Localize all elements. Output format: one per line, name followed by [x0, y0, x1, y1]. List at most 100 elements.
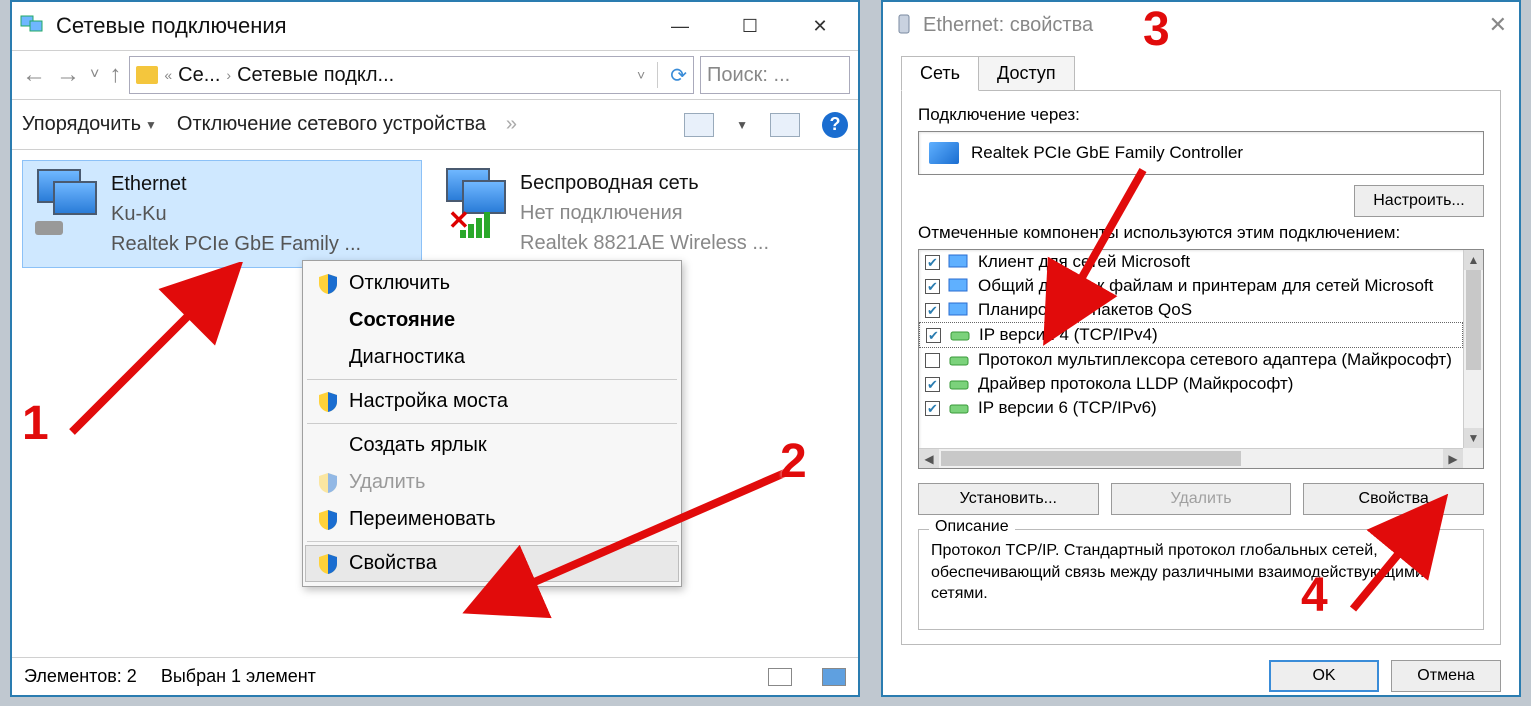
window-title: Сетевые подключения [56, 13, 660, 39]
ctx-shortcut[interactable]: Создать ярлык [305, 427, 679, 464]
connection-item-ethernet[interactable]: Ethernet Ku-Ku Realtek PCIe GbE Family .… [22, 160, 422, 268]
tabstrip: Сеть Доступ [883, 48, 1519, 91]
view-mode-button[interactable] [684, 113, 714, 137]
monitor-icon [948, 254, 970, 270]
ctx-delete: Удалить [305, 464, 679, 501]
network-plug-icon [895, 13, 913, 37]
breadcrumb-current: Сетевые подкл... [237, 64, 394, 87]
disable-device-button[interactable]: Отключение сетевого устройства [177, 113, 486, 136]
component-row[interactable]: ✔ IP версии 4 (TCP/IPv4) [919, 322, 1463, 348]
context-menu: Отключить Состояние Диагностика Настройк… [302, 260, 682, 587]
ctx-bridge[interactable]: Настройка моста [305, 383, 679, 420]
tab-panel-network: Подключение через: Realtek PCIe GbE Fami… [901, 90, 1501, 645]
horizontal-scrollbar[interactable]: ◀▶ [919, 448, 1463, 468]
component-label: IP версии 4 (TCP/IPv4) [979, 325, 1158, 345]
cancel-button[interactable]: Отмена [1391, 660, 1501, 692]
component-row[interactable]: ✔ Общий доступ к файлам и принтерам для с… [919, 274, 1463, 298]
view-details-icon[interactable] [768, 668, 792, 686]
component-checkbox[interactable]: ✔ [926, 328, 941, 343]
help-button[interactable]: ? [822, 112, 848, 138]
connection-name: Ethernet [111, 169, 361, 199]
description-legend: Описание [929, 518, 1015, 536]
connection-device: Realtek 8821AE Wireless ... [520, 228, 769, 258]
connection-status: Нет подключения [520, 198, 769, 228]
component-checkbox[interactable]: ✔ [925, 401, 940, 416]
components-label: Отмеченные компоненты используются этим … [918, 223, 1484, 243]
status-elements: Элементов: 2 [24, 666, 137, 687]
component-row[interactable]: ✔ Драйвер протокола LLDP (Майкрософт) [919, 372, 1463, 396]
protocol-icon [949, 327, 971, 343]
connection-status: Ku-Ku [111, 199, 361, 229]
close-button[interactable]: ✕ [800, 11, 840, 41]
recent-dropdown[interactable]: ˅ [88, 66, 101, 84]
shield-icon [319, 473, 337, 493]
configure-button[interactable]: Настроить... [1354, 185, 1484, 217]
component-row[interactable]: Протокол мультиплексора сетевого адаптер… [919, 348, 1463, 372]
protocol-icon [948, 400, 970, 416]
forward-button[interactable]: → [54, 61, 82, 89]
protocol-icon [948, 376, 970, 392]
component-checkbox[interactable] [925, 353, 940, 368]
view-tiles-icon[interactable] [822, 668, 846, 686]
install-button[interactable]: Установить... [918, 483, 1099, 515]
up-button[interactable]: ↑ [107, 61, 123, 89]
component-checkbox[interactable]: ✔ [925, 377, 940, 392]
ctx-rename[interactable]: Переименовать [305, 501, 679, 538]
connection-name: Беспроводная сеть [520, 168, 769, 198]
titlebar: Сетевые подключения — ☐ ✕ [12, 2, 858, 50]
ctx-properties[interactable]: Свойства [305, 545, 679, 582]
nic-icon [929, 142, 959, 164]
component-label: IP версии 6 (TCP/IPv6) [978, 398, 1157, 418]
shield-icon [319, 510, 337, 530]
description-text: Протокол TCP/IP. Стандартный протокол гл… [931, 540, 1471, 605]
shield-icon [319, 554, 337, 574]
network-connections-window: Сетевые подключения — ☐ ✕ ← → ˅ ↑ « Се..… [10, 0, 860, 697]
tab-access[interactable]: Доступ [978, 56, 1075, 91]
monitor-icon [948, 278, 970, 294]
component-checkbox[interactable]: ✔ [925, 255, 940, 270]
component-row[interactable]: ✔Клиент для сетей Microsoft [919, 250, 1463, 274]
organize-menu[interactable]: Упорядочить ▼ [22, 113, 157, 136]
ethernet-icon [31, 169, 101, 239]
refresh-icon[interactable]: ⟳ [670, 63, 687, 88]
component-label: Планировщик пакетов QoS [978, 300, 1192, 320]
vertical-scrollbar[interactable]: ▲ ▼ [1463, 250, 1483, 448]
maximize-button[interactable]: ☐ [730, 11, 770, 41]
components-list: ✔Клиент для сетей Microsoft✔Общий доступ… [918, 249, 1484, 469]
breadcrumb-prev: Се... [178, 64, 220, 87]
wireless-disconnected-icon: ✕ [440, 168, 510, 238]
back-button[interactable]: ← [20, 61, 48, 89]
connections-area: Ethernet Ku-Ku Realtek PCIe GbE Family .… [12, 150, 858, 660]
statusbar: Элементов: 2 Выбран 1 элемент [12, 657, 858, 695]
component-row[interactable]: ✔ IP версии 6 (TCP/IPv6) [919, 396, 1463, 420]
ctx-diagnostics[interactable]: Диагностика [305, 339, 679, 376]
adapter-name: Realtek PCIe GbE Family Controller [971, 143, 1243, 163]
tab-network[interactable]: Сеть [901, 56, 979, 91]
preview-pane-button[interactable] [770, 113, 800, 137]
status-selected: Выбран 1 элемент [161, 666, 316, 687]
component-label: Протокол мультиплексора сетевого адаптер… [978, 350, 1452, 370]
connection-item-wireless[interactable]: ✕ Беспроводная сеть Нет подключения Real… [432, 160, 832, 268]
close-button[interactable]: ✕ [1489, 12, 1507, 38]
component-checkbox[interactable]: ✔ [925, 279, 940, 294]
breadcrumb[interactable]: « Се... › Сетевые подкл... ˅ ⟳ [129, 56, 694, 94]
component-label: Общий доступ к файлам и принтерам для се… [978, 276, 1433, 296]
connection-device: Realtek PCIe GbE Family ... [111, 229, 361, 259]
ctx-disable[interactable]: Отключить [305, 265, 679, 302]
toolbar: Упорядочить ▼ Отключение сетевого устрой… [12, 100, 858, 150]
properties-button[interactable]: Свойства [1303, 483, 1484, 515]
monitor-icon [948, 302, 970, 318]
toolbar-overflow[interactable]: » [506, 113, 517, 136]
component-checkbox[interactable]: ✔ [925, 303, 940, 318]
network-window-icon [20, 15, 46, 37]
component-row[interactable]: ✔ Планировщик пакетов QoS [919, 298, 1463, 322]
component-label: Драйвер протокола LLDP (Майкрософт) [978, 374, 1293, 394]
protocol-icon [948, 352, 970, 368]
ok-button[interactable]: OK [1269, 660, 1379, 692]
search-input[interactable]: Поиск: ... [700, 56, 850, 94]
window-title: Ethernet: свойства [923, 14, 1489, 37]
address-bar: ← → ˅ ↑ « Се... › Сетевые подкл... ˅ ⟳ П… [12, 50, 858, 100]
connect-via-label: Подключение через: [918, 105, 1484, 125]
minimize-button[interactable]: — [660, 11, 700, 41]
ctx-status[interactable]: Состояние [305, 302, 679, 339]
